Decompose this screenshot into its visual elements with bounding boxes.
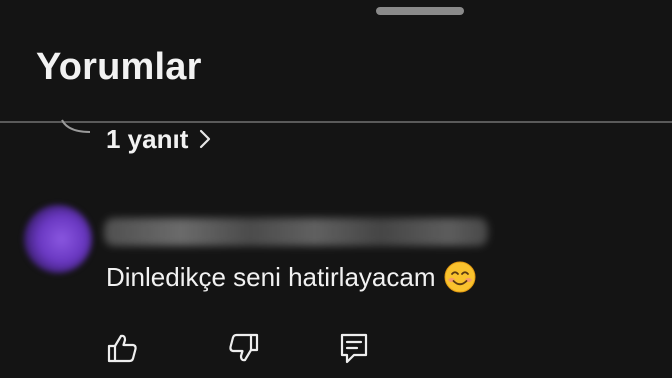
chevron-right-icon — [200, 129, 211, 149]
replies-count-label: 1 yanıt — [106, 124, 189, 154]
header-divider — [0, 121, 672, 123]
author-name[interactable] — [104, 218, 488, 246]
smiling-face-emoji-icon — [444, 261, 476, 293]
reply-button[interactable] — [334, 328, 374, 368]
drag-handle[interactable] — [376, 7, 464, 15]
reply-comment-icon — [340, 333, 368, 364]
thread-line-icon — [61, 119, 91, 133]
page-title: Yorumlar — [36, 46, 202, 88]
thumbs-down-icon — [229, 333, 259, 362]
avatar[interactable] — [24, 205, 92, 273]
thumbs-up-icon — [107, 334, 137, 363]
comment-text: Dinledikçe seni hatirlayacam — [106, 262, 436, 292]
dislike-button[interactable] — [224, 328, 264, 368]
like-button[interactable] — [102, 328, 142, 368]
comment-body: Dinledikçe seni hatirlayacam — [106, 258, 477, 296]
view-replies-link[interactable]: 1 yanıt — [106, 122, 212, 156]
comments-sheet: Yorumlar 1 yanıt Dinledikçe seni hatirla… — [0, 0, 672, 378]
